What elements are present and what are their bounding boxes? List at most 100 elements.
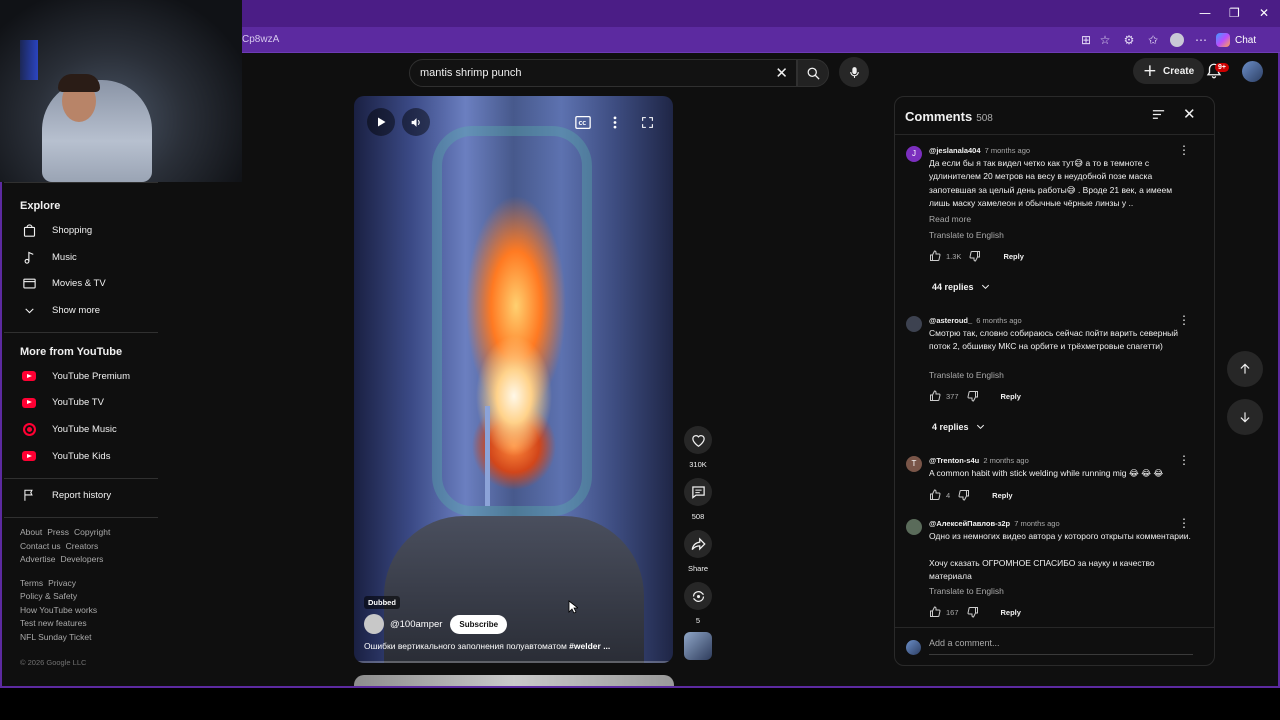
favorite-star-icon[interactable]: ☆ [1098, 33, 1112, 47]
url-text[interactable]: Cp8wzA [242, 34, 279, 45]
add-comment-input[interactable]: Add a comment... [929, 638, 1193, 655]
footer-link-developers[interactable]: Developers [60, 554, 103, 564]
sidebar-item-youtube-tv[interactable]: YouTube TV [2, 389, 158, 416]
search-query[interactable]: mantis shrimp punch [420, 67, 522, 79]
reply-button[interactable]: Reply [1001, 392, 1021, 401]
browser-profile-icon[interactable] [1170, 33, 1184, 47]
sidebar-item-youtube-premium[interactable]: YouTube Premium [2, 363, 158, 390]
footer-link-test-features[interactable]: Test new features [20, 618, 87, 628]
thumbs-down-icon[interactable] [967, 390, 979, 402]
video-title-hashtag[interactable]: #welder ... [569, 641, 610, 651]
comments-button[interactable] [684, 478, 712, 506]
like-action[interactable]: 310K [683, 426, 713, 469]
footer-link-privacy[interactable]: Privacy [48, 578, 76, 588]
favorites-icon[interactable]: ✩ [1146, 33, 1160, 47]
comment-author[interactable]: @Trenton-s4u [929, 456, 979, 465]
thumbs-up-icon[interactable] [929, 390, 941, 402]
comment-avatar[interactable] [906, 519, 922, 535]
translate-link[interactable]: Translate to English [929, 370, 1004, 380]
read-more-link[interactable]: Read more [929, 214, 971, 224]
footer-link-nfl-sunday-ticket[interactable]: NFL Sunday Ticket [20, 632, 92, 642]
sidebar-item-youtube-music[interactable]: YouTube Music [2, 416, 158, 443]
fullscreen-button[interactable] [639, 114, 655, 130]
remix-action[interactable]: 5 [683, 582, 713, 625]
like-button[interactable] [684, 426, 712, 454]
footer-link-how-youtube-works[interactable]: How YouTube works [20, 605, 97, 615]
account-avatar[interactable] [1242, 61, 1263, 82]
sidebar-item-music[interactable]: Music [2, 244, 158, 271]
thumbs-up-icon[interactable] [929, 250, 941, 262]
video-title[interactable]: Ошибки вертикального заполнения полуавто… [364, 641, 610, 651]
close-comments-icon[interactable]: ✕ [1183, 105, 1196, 123]
search-input[interactable]: mantis shrimp punch ✕ [409, 59, 797, 87]
more-menu-icon[interactable]: ⋯ [1194, 33, 1208, 47]
sidebar-item-shopping[interactable]: Shopping [2, 217, 158, 244]
comment-more-icon[interactable]: ⋮ [1178, 143, 1190, 157]
next-short-button[interactable] [1227, 399, 1263, 435]
play-button[interactable] [367, 108, 395, 136]
search-button[interactable] [797, 59, 829, 87]
comment-author[interactable]: @jeslanala404 [929, 146, 981, 155]
comment-avatar[interactable]: T [906, 456, 922, 472]
create-button[interactable]: + Create [1133, 58, 1204, 84]
sidebar-item-youtube-kids[interactable]: YouTube Kids [2, 443, 158, 470]
share-button[interactable] [684, 530, 712, 558]
comment-author[interactable]: @АлексейПавлов-з2р [929, 519, 1010, 528]
sidebar-item-show-more[interactable]: Show more [2, 297, 158, 324]
copilot-chat-button[interactable]: Chat [1216, 32, 1256, 48]
youtube-premium-icon [20, 367, 38, 385]
extension-icon[interactable]: ⚙ [1122, 33, 1136, 47]
minimize-button[interactable]: — [1199, 6, 1211, 20]
volume-button[interactable] [402, 108, 430, 136]
previous-short-button[interactable] [1227, 351, 1263, 387]
sidebar-item-label: Music [52, 251, 77, 263]
comment-more-icon[interactable]: ⋮ [1178, 516, 1190, 530]
next-short-preview[interactable] [354, 675, 674, 686]
video-progress-bar[interactable] [354, 661, 673, 663]
comment-author[interactable]: @asteroud_ [929, 316, 972, 325]
comment-avatar[interactable] [906, 316, 922, 332]
footer-link-about[interactable]: About [20, 527, 42, 537]
remix-button[interactable] [684, 582, 712, 610]
thumbs-up-icon[interactable] [929, 489, 941, 501]
thumbs-up-icon[interactable] [929, 606, 941, 618]
reply-button[interactable]: Reply [1001, 608, 1021, 617]
video-more-button[interactable] [608, 114, 622, 130]
reply-button[interactable]: Reply [992, 491, 1012, 500]
restore-button[interactable]: ❐ [1229, 6, 1240, 20]
captions-button[interactable]: CC [574, 114, 592, 130]
comment-more-icon[interactable]: ⋮ [1178, 313, 1190, 327]
footer-link-copyright[interactable]: Copyright [74, 527, 110, 537]
thumbs-down-icon[interactable] [969, 250, 981, 262]
reply-button[interactable]: Reply [1003, 252, 1023, 261]
footer-link-creators[interactable]: Creators [66, 541, 99, 551]
sidebar-item-report-history[interactable]: Report history [2, 483, 158, 510]
view-replies-button[interactable]: 44 replies [932, 281, 991, 292]
thumbs-down-icon[interactable] [967, 606, 979, 618]
sidebar-item-movies-tv[interactable]: Movies & TV [2, 270, 158, 297]
clear-search-icon[interactable]: ✕ [775, 64, 788, 82]
close-window-button[interactable]: ✕ [1259, 6, 1269, 20]
footer-link-terms[interactable]: Terms [20, 578, 43, 588]
comment-avatar[interactable]: J [906, 146, 922, 162]
subscribe-button[interactable]: Subscribe [450, 614, 508, 634]
footer-link-contact[interactable]: Contact us [20, 541, 61, 551]
sort-icon[interactable] [1151, 107, 1166, 122]
share-action[interactable]: Share [683, 530, 713, 573]
footer-link-advertise[interactable]: Advertise [20, 554, 55, 564]
thumbs-down-icon[interactable] [958, 489, 970, 501]
apps-icon[interactable]: ⊞ [1079, 33, 1093, 47]
footer-link-policy-safety[interactable]: Policy & Safety [20, 591, 77, 601]
footer-link-press[interactable]: Press [47, 527, 69, 537]
translate-link[interactable]: Translate to English [929, 230, 1004, 240]
comments-action[interactable]: 508 [683, 478, 713, 521]
comment-more-icon[interactable]: ⋮ [1178, 453, 1190, 467]
view-replies-button[interactable]: 4 replies [932, 421, 986, 432]
voice-search-button[interactable] [839, 57, 869, 87]
shorts-video-player[interactable]: CC Dubbed @100amper Subscribe Ошибки вер… [354, 96, 673, 663]
translate-link[interactable]: Translate to English [929, 586, 1004, 596]
channel-name[interactable]: @100amper [390, 619, 442, 630]
sound-thumbnail[interactable] [684, 632, 712, 660]
channel-avatar[interactable] [364, 614, 384, 634]
volume-icon [411, 117, 420, 127]
